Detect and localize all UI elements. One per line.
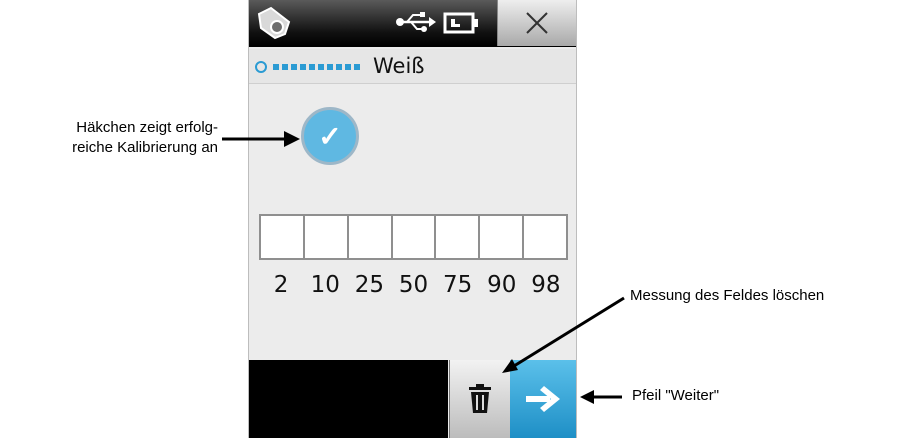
- delete-arrow: [513, 296, 625, 368]
- next-arrow-head: [580, 390, 594, 404]
- callout-arrows: [222, 131, 625, 404]
- calibration-arrow-head: [284, 131, 300, 147]
- delete-arrow-head: [502, 359, 518, 373]
